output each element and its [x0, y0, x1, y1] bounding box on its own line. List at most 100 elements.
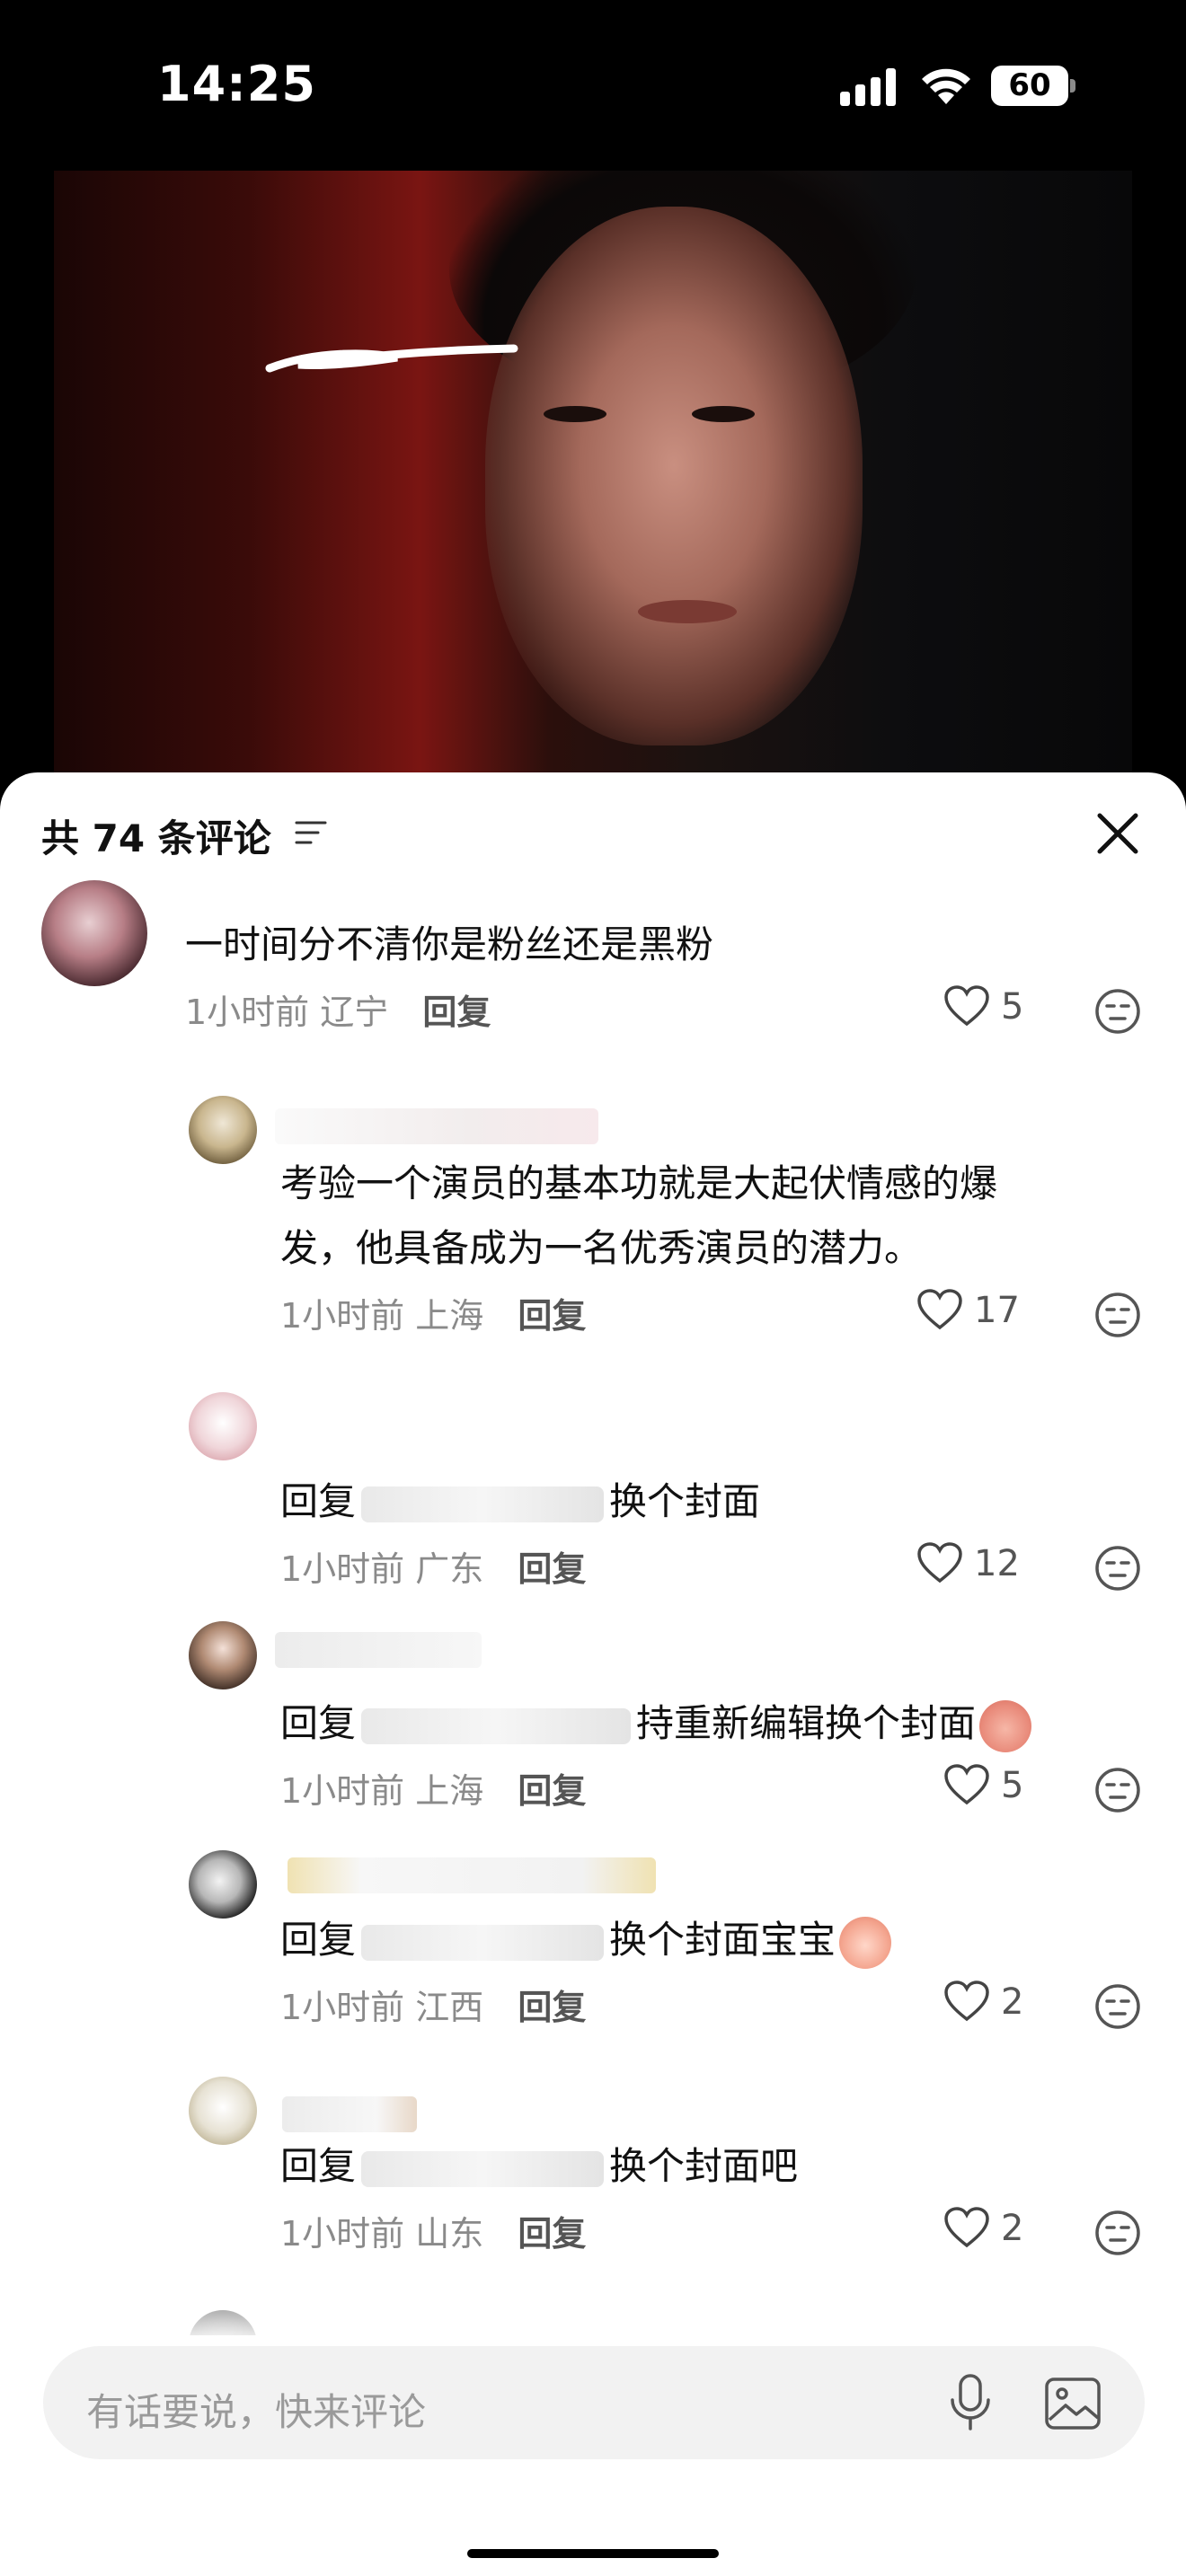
- comment-time: 1小时前: [185, 992, 310, 1032]
- comment-location: 上海: [415, 1296, 484, 1336]
- comment-text: 回复 持重新编辑换个封面: [280, 1691, 1032, 1756]
- comment-input-bar[interactable]: 有话要说，快来评论: [43, 2346, 1145, 2459]
- username-redacted: [275, 1108, 598, 1144]
- like-count: 5: [1001, 1765, 1024, 1806]
- emoji-reaction-icon[interactable]: [1094, 988, 1141, 1035]
- home-indicator[interactable]: [467, 2549, 719, 2558]
- status-time: 14:25: [157, 56, 316, 112]
- image-icon[interactable]: [1044, 2377, 1102, 2430]
- sort-lines-icon[interactable]: [295, 819, 327, 848]
- heart-icon: [917, 1289, 962, 1330]
- like-button[interactable]: 5: [943, 1761, 1051, 1810]
- reply-item: 回复 换个封面 1小时前 广东 回复 12: [0, 1392, 1186, 1592]
- avatar[interactable]: [189, 2077, 257, 2145]
- redacted-username: [361, 1924, 605, 1961]
- username-redacted: [275, 1632, 482, 1668]
- comment-time: 1小时前: [280, 1771, 405, 1811]
- avatar[interactable]: [189, 1096, 257, 1164]
- microphone-icon[interactable]: [945, 2373, 996, 2432]
- emoji-reaction-icon[interactable]: [1094, 2210, 1141, 2256]
- like-count: 2: [1001, 1981, 1024, 2023]
- reply-button[interactable]: 回复: [518, 1296, 586, 1336]
- status-bar: 14:25 60: [0, 0, 1186, 171]
- crying-emoji-icon: [839, 1916, 892, 1969]
- like-button[interactable]: 2: [943, 1978, 1051, 2026]
- comment-time: 1小时前: [280, 1296, 405, 1336]
- comment-time: 1小时前: [280, 2214, 405, 2254]
- redacted-username: [361, 1486, 605, 1522]
- battery-level: 60: [1008, 67, 1051, 103]
- like-count: 12: [974, 1543, 1020, 1584]
- reply-prefix: 回复: [280, 2144, 357, 2188]
- avatar[interactable]: [189, 1850, 257, 1919]
- like-count: 2: [1001, 2208, 1024, 2249]
- comment-location: 江西: [415, 1988, 484, 2027]
- emoji-reaction-icon[interactable]: [1094, 1767, 1141, 1813]
- username-redacted: [282, 2096, 417, 2132]
- comment-sheet-header: 共 74 条评论: [0, 772, 1186, 898]
- comment-text: 一时间分不清你是粉丝还是黑粉: [185, 922, 714, 966]
- redacted-username: [361, 2150, 605, 2187]
- comment-text-line1: 考验一个演员的基本功就是大起伏情感的爆: [280, 1161, 998, 1205]
- close-x-icon[interactable]: [1093, 808, 1143, 859]
- like-count: 17: [974, 1290, 1020, 1331]
- bear-emoji-icon: [979, 1699, 1032, 1752]
- video-right-eye: [692, 406, 755, 422]
- cellular-signal-icon: [840, 68, 899, 106]
- reply-body: 换个封面: [609, 1479, 761, 1523]
- comment-meta: 1小时前 辽宁 回复: [185, 984, 491, 1034]
- reply-button[interactable]: 回复: [518, 2214, 586, 2254]
- video-face-shape: [485, 207, 863, 745]
- username-redacted: [288, 1857, 656, 1893]
- comment-text: 回复 换个封面宝宝: [280, 1908, 892, 1972]
- reply-body: 持重新编辑换个封面: [636, 1701, 977, 1745]
- comment-location: 广东: [415, 1549, 484, 1589]
- reply-body: 换个封面吧: [609, 2144, 799, 2188]
- heart-icon: [944, 985, 989, 1027]
- reply-prefix: 回复: [280, 1479, 357, 1523]
- battery-icon: 60: [991, 66, 1075, 106]
- comment-time: 1小时前: [280, 1988, 405, 2027]
- comment-location: 辽宁: [320, 992, 389, 1032]
- comment-location: 山东: [415, 2214, 484, 2254]
- comment-text: 回复 换个封面: [280, 1469, 760, 1534]
- avatar[interactable]: [189, 1621, 257, 1689]
- like-button[interactable]: 2: [943, 2204, 1051, 2253]
- avatar[interactable]: [41, 880, 147, 986]
- like-button[interactable]: 17: [916, 1286, 1051, 1335]
- video-left-eye: [544, 406, 606, 422]
- comment-meta: 1小时前 上海 回复: [280, 1288, 586, 1337]
- wifi-icon: [922, 68, 970, 104]
- redacted-username: [361, 1707, 632, 1744]
- emoji-reaction-icon[interactable]: [1094, 1983, 1141, 2030]
- reply-prefix: 回复: [280, 1918, 357, 1962]
- reply-button[interactable]: 回复: [518, 1988, 586, 2027]
- avatar[interactable]: [189, 1392, 257, 1460]
- comment-text: 回复 换个封面吧: [280, 2134, 798, 2199]
- reply-item: 回复 持重新编辑换个封面 1小时前 上海 回复 5: [0, 1621, 1186, 1819]
- comment-meta: 1小时前 江西 回复: [280, 1980, 586, 2029]
- heart-icon: [917, 1542, 962, 1584]
- comment-input-placeholder: 有话要说，快来评论: [86, 2390, 427, 2434]
- heart-icon: [944, 1764, 989, 1805]
- comment-meta: 1小时前 山东 回复: [280, 2206, 586, 2255]
- reply-button[interactable]: 回复: [422, 992, 491, 1032]
- video-player[interactable]: [54, 171, 1132, 781]
- comment-time: 1小时前: [280, 1549, 405, 1589]
- reply-item: 回复 换个封面吧 1小时前 山东 回复 2: [0, 2077, 1186, 2274]
- video-lips: [638, 600, 737, 623]
- reply-body: 换个封面宝宝: [609, 1918, 836, 1962]
- emoji-reaction-icon[interactable]: [1094, 1292, 1141, 1338]
- like-button[interactable]: 12: [916, 1539, 1051, 1588]
- comment-location: 上海: [415, 1771, 484, 1811]
- scribble-mark: [265, 344, 518, 373]
- reply-button[interactable]: 回复: [518, 1549, 586, 1589]
- reply-item: 考验一个演员的基本功就是大起伏情感的爆 发，他具备成为一名优秀演员的潜力。 1小…: [0, 1096, 1186, 1337]
- emoji-reaction-icon[interactable]: [1094, 1545, 1141, 1592]
- reply-prefix: 回复: [280, 1701, 357, 1745]
- comment-meta: 1小时前 广东 回复: [280, 1541, 586, 1591]
- reply-button[interactable]: 回复: [518, 1771, 586, 1811]
- heart-icon: [944, 2207, 989, 2248]
- reply-item: 回复 换个封面宝宝 1小时前 江西 回复 2: [0, 1850, 1186, 2048]
- like-button[interactable]: 5: [943, 983, 1051, 1031]
